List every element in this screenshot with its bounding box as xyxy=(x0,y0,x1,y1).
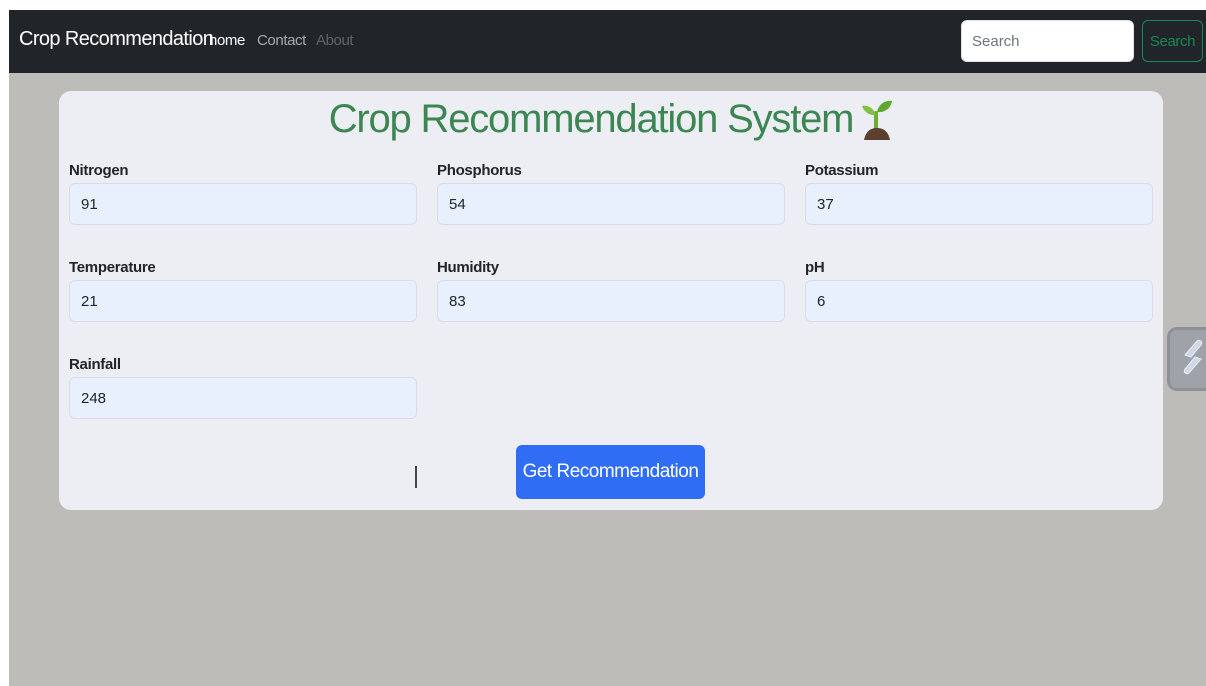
nav-link-about: About xyxy=(316,32,354,49)
humidity-label: Humidity xyxy=(437,259,499,276)
nitrogen-input[interactable] xyxy=(69,183,417,225)
field-temperature: Temperature xyxy=(69,258,417,322)
get-recommendation-button[interactable]: Get Recommendation xyxy=(516,445,705,499)
seedling-icon xyxy=(861,99,893,141)
text-cursor xyxy=(415,466,417,488)
humidity-input[interactable] xyxy=(437,280,785,322)
link-slash-icon xyxy=(1180,337,1206,382)
ph-label: pH xyxy=(805,259,825,276)
search-input[interactable] xyxy=(961,20,1134,62)
field-potassium: Potassium xyxy=(805,161,1153,225)
nitrogen-label: Nitrogen xyxy=(69,162,129,179)
field-humidity: Humidity xyxy=(437,258,785,322)
field-phosphorus: Phosphorus xyxy=(437,161,785,225)
potassium-label: Potassium xyxy=(805,162,879,179)
page-title: Crop Recommendation System xyxy=(328,97,855,141)
rainfall-input[interactable] xyxy=(69,377,417,419)
browser-viewport: Crop Recommendation home Contact About S… xyxy=(9,10,1206,686)
page-header: Crop Recommendation System xyxy=(59,97,1163,142)
navbar: Crop Recommendation home Contact About S… xyxy=(9,10,1206,73)
phosphorus-label: Phosphorus xyxy=(437,162,522,179)
field-ph: pH xyxy=(805,258,1153,322)
nav-link-contact[interactable]: Contact xyxy=(257,32,306,49)
recommendation-card: Crop Recommendation System Nitrogen Phos… xyxy=(59,91,1163,510)
navbar-brand[interactable]: Crop Recommendation xyxy=(19,28,214,51)
rainfall-label: Rainfall xyxy=(69,356,121,373)
temperature-input[interactable] xyxy=(69,280,417,322)
search-button[interactable]: Search xyxy=(1142,20,1203,62)
field-nitrogen: Nitrogen xyxy=(69,161,417,225)
temperature-label: Temperature xyxy=(69,259,156,276)
ph-input[interactable] xyxy=(805,280,1153,322)
phosphorus-input[interactable] xyxy=(437,183,785,225)
field-rainfall: Rainfall xyxy=(69,355,417,419)
potassium-input[interactable] xyxy=(805,183,1153,225)
nav-link-home[interactable]: home xyxy=(209,32,245,49)
side-floating-widget[interactable] xyxy=(1167,327,1206,391)
